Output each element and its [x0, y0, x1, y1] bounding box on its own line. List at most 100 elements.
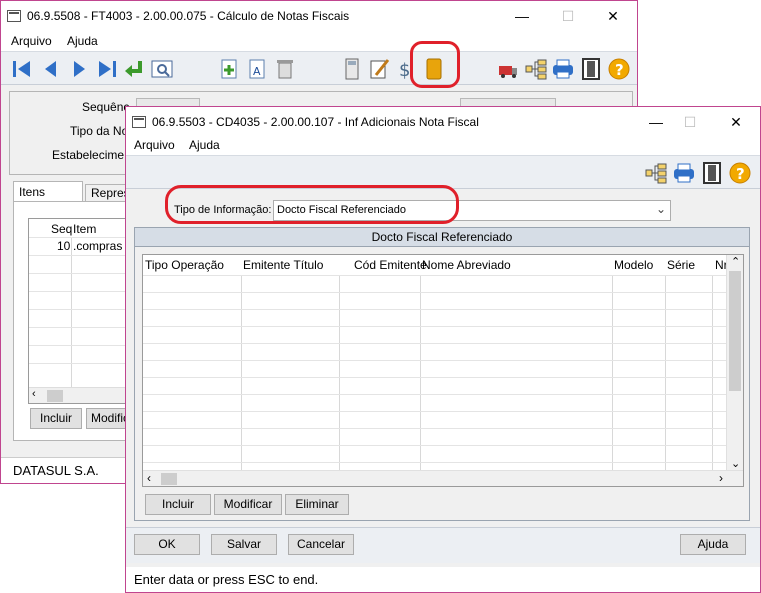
help-icon[interactable]: ? [607, 57, 631, 81]
grid-hscrollbar[interactable]: ‹ › [143, 470, 743, 486]
scroll-left-icon[interactable]: ‹ [147, 471, 151, 485]
grid-row-line [143, 462, 743, 463]
close-button[interactable]: ✕ [724, 111, 748, 133]
grid-row-line [143, 309, 743, 310]
grid-row-line [143, 445, 743, 446]
scroll-left-icon[interactable]: ‹ [32, 388, 36, 400]
front-menubar: Arquivo Ajuda [126, 135, 760, 155]
menu-arquivo[interactable]: Arquivo [134, 138, 175, 152]
back-status-text: DATASUL S.A. [13, 463, 99, 478]
svg-text:A: A [253, 65, 261, 78]
next-record-icon[interactable] [67, 57, 91, 81]
grid-row-line [143, 275, 743, 276]
tab-itens[interactable]: Itens [13, 181, 83, 201]
tree-icon[interactable] [524, 57, 548, 81]
exit-icon[interactable] [700, 161, 724, 185]
scroll-down-icon[interactable]: ⌄ [731, 457, 740, 470]
new-record-icon[interactable] [217, 57, 241, 81]
back-toolbar: A $ ? [1, 51, 637, 85]
app-icon [7, 10, 21, 22]
grid-col-line [612, 275, 613, 470]
grid-row-line [143, 343, 743, 344]
close-button[interactable]: ✕ [601, 5, 625, 27]
footer-bar: OK Salvar Cancelar Ajuda [126, 527, 760, 563]
field-label-sequencia: Sequênc [82, 100, 130, 114]
salvar-button[interactable]: Salvar [211, 534, 277, 555]
grid-row-line [143, 292, 743, 293]
menu-ajuda[interactable]: Ajuda [189, 138, 220, 152]
front-status-text: Enter data or press ESC to end. [134, 572, 319, 587]
exit-icon[interactable] [579, 57, 603, 81]
scroll-thumb[interactable] [729, 271, 741, 391]
scroll-thumb[interactable] [161, 473, 177, 485]
help-icon[interactable]: ? [728, 161, 752, 185]
back-grid-col-line [71, 237, 72, 403]
scroll-right-icon[interactable]: › [719, 471, 723, 485]
minimize-button[interactable]: — [510, 5, 534, 27]
modificar-button[interactable]: Modificar [214, 494, 282, 515]
grid-header-nome-abreviado: Nome Abreviado [422, 258, 511, 272]
grid-row-line [143, 428, 743, 429]
back-titlebar: 06.9.5508 - FT4003 - 2.00.00.075 - Cálcu… [1, 1, 637, 31]
grid-row-line [143, 394, 743, 395]
back-grid: Seq Item 10 .compras ‹ [28, 218, 132, 404]
scroll-thumb[interactable] [47, 390, 63, 402]
menu-arquivo[interactable]: Arquivo [11, 34, 52, 48]
form-edit-icon[interactable] [367, 57, 391, 81]
delete-record-icon[interactable] [273, 57, 297, 81]
highlight-toolbar-icon [410, 41, 460, 88]
maximize-button[interactable]: ☐ [556, 5, 580, 27]
chevron-down-icon[interactable]: ⌄ [656, 202, 666, 216]
search-icon[interactable] [150, 57, 174, 81]
menu-ajuda[interactable]: Ajuda [67, 34, 98, 48]
ajuda-button[interactable]: Ajuda [680, 534, 746, 555]
scroll-up-icon[interactable]: ⌃ [731, 255, 740, 268]
back-grid-row-line [29, 255, 131, 256]
incluir-button[interactable]: Incluir [145, 494, 211, 515]
table-row[interactable]: 10 .compras [29, 238, 131, 255]
back-grid-row-line [29, 345, 131, 346]
back-incluir-button[interactable]: Incluir [30, 408, 82, 429]
first-record-icon[interactable] [10, 57, 34, 81]
grid-col-line [339, 275, 340, 470]
maximize-button[interactable]: ☐ [678, 111, 702, 133]
back-grid-row-line [29, 273, 131, 274]
back-grid-row-line [29, 363, 131, 364]
grid-col-line [241, 275, 242, 470]
last-record-icon[interactable] [95, 57, 119, 81]
back-tab-panel: Seq Item 10 .compras ‹ Incluir Modific [13, 201, 134, 441]
grid-vscrollbar[interactable]: ⌃ ⌄ [726, 255, 743, 470]
app-icon [132, 116, 146, 128]
tab-repres-label: Repres [91, 186, 130, 200]
grid-header-emitente-titulo: Emitente Título [243, 258, 324, 272]
tab-itens-label: Itens [19, 185, 46, 199]
back-grid-row-line [29, 291, 131, 292]
grid-col-line [665, 275, 666, 470]
print-icon[interactable] [551, 57, 575, 81]
tree-icon[interactable] [644, 161, 668, 185]
delivery-icon[interactable] [496, 57, 520, 81]
svg-text:?: ? [615, 61, 624, 79]
grid-header-serie: Série [667, 258, 696, 272]
edit-record-icon[interactable]: A [245, 57, 269, 81]
highlight-tipo-informacao [165, 185, 459, 224]
grid-row-line [143, 360, 743, 361]
minimize-button[interactable]: — [644, 111, 668, 133]
cancelar-button[interactable]: Cancelar [288, 534, 354, 555]
grid-row-line [143, 411, 743, 412]
front-titlebar: 06.9.5503 - CD4035 - 2.00.00.107 - Inf A… [126, 107, 760, 137]
ok-button[interactable]: OK [134, 534, 200, 555]
back-grid-hscrollbar[interactable]: ‹ [29, 387, 131, 403]
eliminar-button[interactable]: Eliminar [285, 494, 349, 515]
print-icon[interactable] [672, 161, 696, 185]
docto-panel-header: Docto Fiscal Referenciado [135, 228, 749, 247]
front-window: 06.9.5503 - CD4035 - 2.00.00.107 - Inf A… [125, 106, 761, 593]
field-label-tipo-nota: Tipo da Not [70, 124, 132, 138]
grid-header-modelo: Modelo [614, 258, 654, 272]
calculator-icon[interactable] [340, 57, 364, 81]
prev-record-icon[interactable] [39, 57, 63, 81]
grid-col-line [420, 275, 421, 470]
front-window-title: 06.9.5503 - CD4035 - 2.00.00.107 - Inf A… [152, 115, 479, 129]
goto-icon[interactable] [122, 57, 146, 81]
back-grid-cell-seq: 10 [57, 239, 71, 253]
